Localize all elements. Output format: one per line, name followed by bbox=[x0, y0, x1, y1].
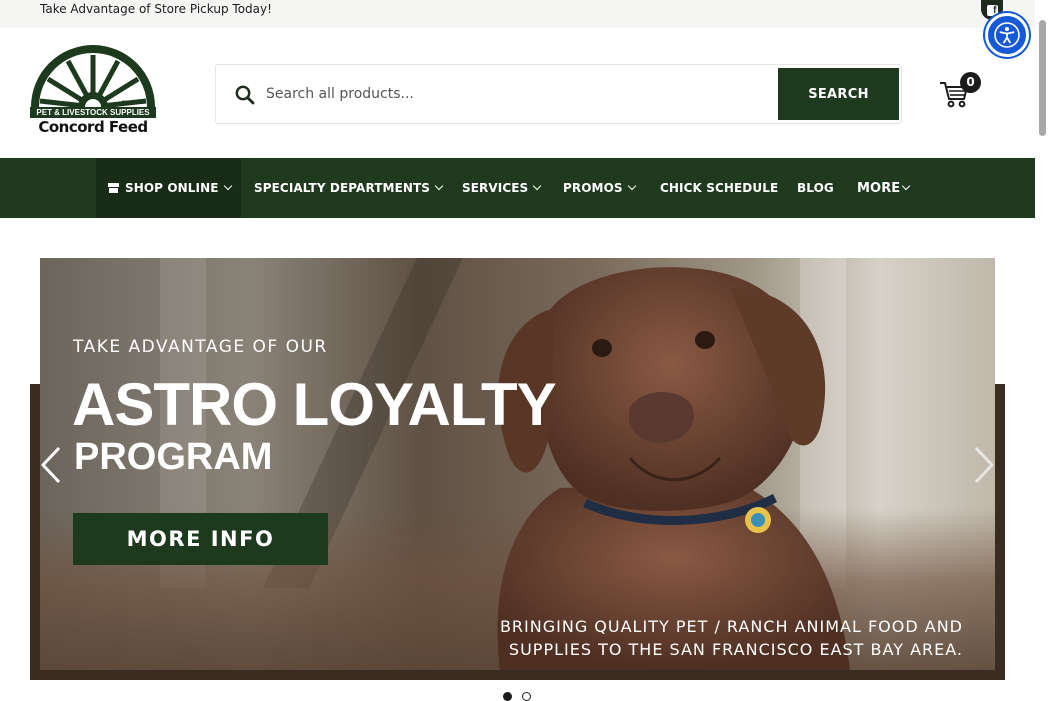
page-scrollbar[interactable] bbox=[1035, 0, 1050, 700]
site-logo[interactable]: EST. 1903 PET & LIVESTOCK SUPPLIES Conco… bbox=[28, 43, 158, 137]
logo-name: Concord Feed bbox=[38, 118, 148, 136]
search-bar: SEARCH bbox=[215, 64, 902, 124]
chevron-down-icon bbox=[223, 181, 232, 191]
chevron-down-icon bbox=[533, 181, 542, 191]
hero-tagline: BRINGING QUALITY PET / RANCH ANIMAL FOOD… bbox=[443, 615, 963, 661]
nav-promos[interactable]: PROMOS bbox=[563, 158, 636, 218]
nav-label: PROMOS bbox=[563, 181, 623, 195]
nav-specialty-departments[interactable]: SPECIALTY DEPARTMENTS bbox=[254, 158, 444, 218]
accessibility-person-icon bbox=[994, 22, 1020, 48]
accessibility-button[interactable] bbox=[985, 13, 1029, 57]
nav-chick-schedule[interactable]: CHICK SCHEDULE bbox=[660, 158, 778, 218]
nav-label: SPECIALTY DEPARTMENTS bbox=[254, 181, 431, 195]
nav-shop-online[interactable]: SHOP ONLINE bbox=[96, 158, 241, 218]
more-info-button[interactable]: MORE INFO bbox=[73, 513, 328, 565]
hero-title: ASTRO LOYALTY bbox=[72, 371, 557, 438]
chevron-left-icon[interactable] bbox=[40, 446, 62, 484]
logo-tagline: PET & LIVESTOCK SUPPLIES bbox=[36, 108, 150, 117]
cart-count-badge: 0 bbox=[960, 72, 981, 93]
nav-label: BLOG bbox=[797, 181, 834, 195]
store-icon bbox=[108, 183, 119, 193]
nav-label: SHOP ONLINE bbox=[125, 181, 219, 195]
top-announcement-bar: Take Advantage of Store Pickup Today! bbox=[0, 0, 1035, 28]
nav-blog[interactable]: BLOG bbox=[797, 158, 834, 218]
hero-kicker: TAKE ADVANTAGE OF OUR bbox=[73, 337, 328, 357]
hero-tagline-line1: BRINGING QUALITY PET / RANCH ANIMAL FOOD… bbox=[499, 617, 963, 636]
chevron-down-icon bbox=[434, 181, 444, 191]
logo-est: EST. 1903 bbox=[122, 100, 144, 105]
nav-label: MORE bbox=[857, 180, 901, 196]
announcement-text: Take Advantage of Store Pickup Today! bbox=[40, 2, 272, 16]
chevron-down-icon bbox=[902, 181, 911, 191]
search-icon[interactable] bbox=[234, 84, 256, 106]
chevron-right-icon[interactable] bbox=[973, 446, 995, 484]
nav-services[interactable]: SERVICES bbox=[462, 158, 542, 218]
search-button[interactable]: SEARCH bbox=[778, 68, 899, 120]
cart-button[interactable]: 0 bbox=[938, 72, 984, 108]
hero-tagline-line2: SUPPLIES TO THE SAN FRANCISCO EAST BAY A… bbox=[508, 640, 963, 659]
nav-label: SERVICES bbox=[462, 181, 529, 195]
nav-more[interactable]: MORE bbox=[857, 158, 911, 218]
nav-label: CHICK SCHEDULE bbox=[660, 181, 779, 195]
hero-slide: TAKE ADVANTAGE OF OUR ASTRO LOYALTY PROG… bbox=[40, 258, 995, 670]
search-input[interactable] bbox=[266, 80, 766, 108]
main-navigation: SHOP ONLINE SPECIALTY DEPARTMENTS SERVIC… bbox=[0, 158, 1035, 218]
facebook-glyph: f bbox=[986, 4, 998, 16]
hero-subtitle: PROGRAM bbox=[74, 436, 273, 478]
chevron-down-icon bbox=[627, 181, 636, 191]
scrollbar-thumb[interactable] bbox=[1039, 20, 1046, 136]
